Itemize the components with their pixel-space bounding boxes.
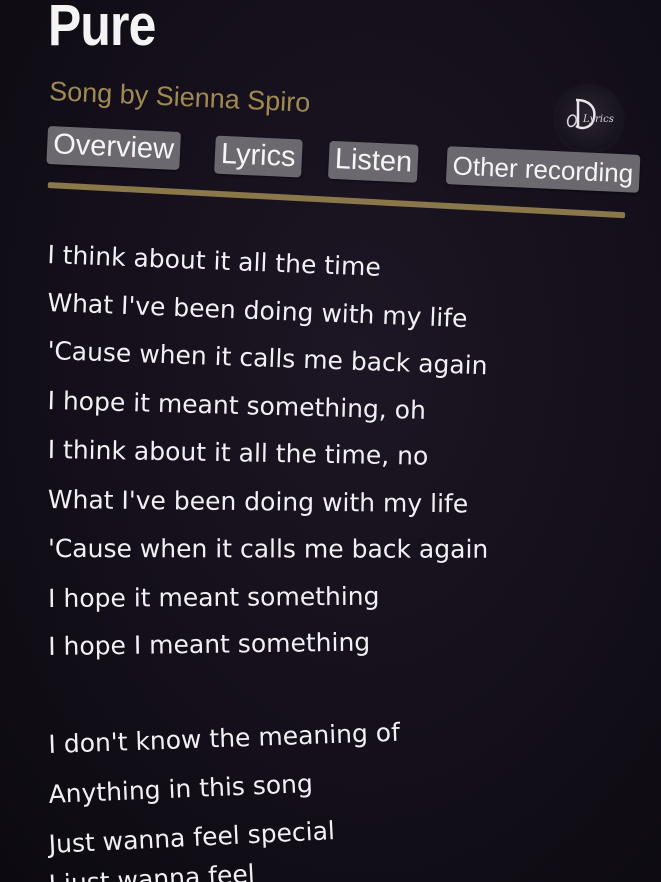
lyric-line: I just wanna feel <box>48 859 256 882</box>
song-page: Pure Song by Sienna Spiro Lyrics Overvie… <box>0 0 661 882</box>
lyric-line: What I've been doing with my life <box>47 485 469 519</box>
logo-text: Lyrics <box>582 114 614 125</box>
lyric-line: What I've been doing with my life <box>46 288 469 334</box>
tab-bar: Overview Lyrics Listen Other recording <box>46 126 641 193</box>
lyric-line: I think about it all the time <box>46 240 382 282</box>
lyric-line: I think about it all the time, no <box>47 435 429 471</box>
lyric-line: Anything in this song <box>48 768 314 809</box>
tab-other-recording[interactable]: Other recording <box>445 146 641 193</box>
lyric-line: 'Cause when it calls me back again <box>46 336 489 381</box>
lyric-line: I hope it meant something, oh <box>47 386 427 425</box>
song-title: Pure <box>48 0 156 58</box>
lyric-line: I hope I meant something <box>48 627 371 661</box>
lyric-line: I don't know the meaning of <box>48 717 401 759</box>
lyric-line: Just wanna feel special <box>48 816 336 859</box>
lyrics-logo-graphic: Lyrics <box>566 98 614 130</box>
tab-lyrics[interactable]: Lyrics <box>214 135 303 178</box>
tab-overview[interactable]: Overview <box>46 126 181 170</box>
song-subtitle: Song by Sienna Spiro <box>48 76 311 118</box>
lyric-line: 'Cause when it calls me back again <box>47 534 489 564</box>
lyric-line: I hope it meant something <box>48 581 380 613</box>
lyrics-logo-icon: Lyrics <box>556 86 622 152</box>
tab-listen[interactable]: Listen <box>327 140 420 183</box>
